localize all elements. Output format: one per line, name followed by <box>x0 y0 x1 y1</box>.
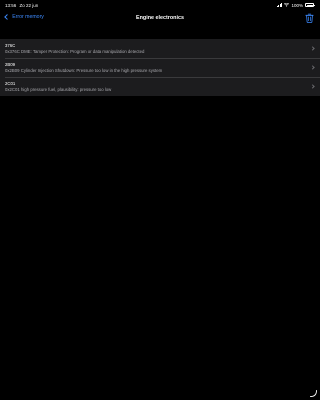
error-code: 376C <box>5 42 16 48</box>
chevron-right-icon <box>310 45 315 51</box>
trash-icon[interactable] <box>305 13 314 23</box>
error-list: 376C 0x376C DME: Tamper Protection: Prog… <box>0 39 320 96</box>
status-date: Zo 22 jun <box>19 3 39 8</box>
chevron-right-icon <box>310 83 315 89</box>
status-time: 13:56 <box>5 3 17 8</box>
list-item[interactable]: 2B09 0x2B09 Cylinder Injection Shutdown:… <box>0 58 320 77</box>
error-code: 2C01 <box>5 80 16 86</box>
error-description: 0x376C DME: Tamper Protection: Program o… <box>5 49 145 54</box>
chevron-right-icon <box>310 64 315 70</box>
battery-icon <box>305 3 315 7</box>
wifi-icon <box>284 3 290 7</box>
list-item[interactable]: 376C 0x376C DME: Tamper Protection: Prog… <box>0 39 320 58</box>
battery-percent: 100% <box>291 2 303 8</box>
page-title: Engine electronics <box>136 15 184 21</box>
corner-indicator-icon <box>310 390 317 397</box>
cellular-signal-icon <box>276 3 283 7</box>
navigation-bar: Error memory Engine electronics <box>0 10 320 28</box>
error-description: 0x2B09 Cylinder Injection Shutdown: Pres… <box>5 68 163 73</box>
status-indicators: 100% <box>276 2 315 8</box>
error-description: 0x2C01 high pressure fuel, plausibility:… <box>5 87 112 92</box>
error-code: 2B09 <box>5 61 16 67</box>
list-item[interactable]: 2C01 0x2C01 high pressure fuel, plausibi… <box>0 77 320 96</box>
status-time-date: 13:56 Zo 22 jun <box>5 3 38 8</box>
status-bar: 13:56 Zo 22 jun 100% <box>0 0 320 10</box>
